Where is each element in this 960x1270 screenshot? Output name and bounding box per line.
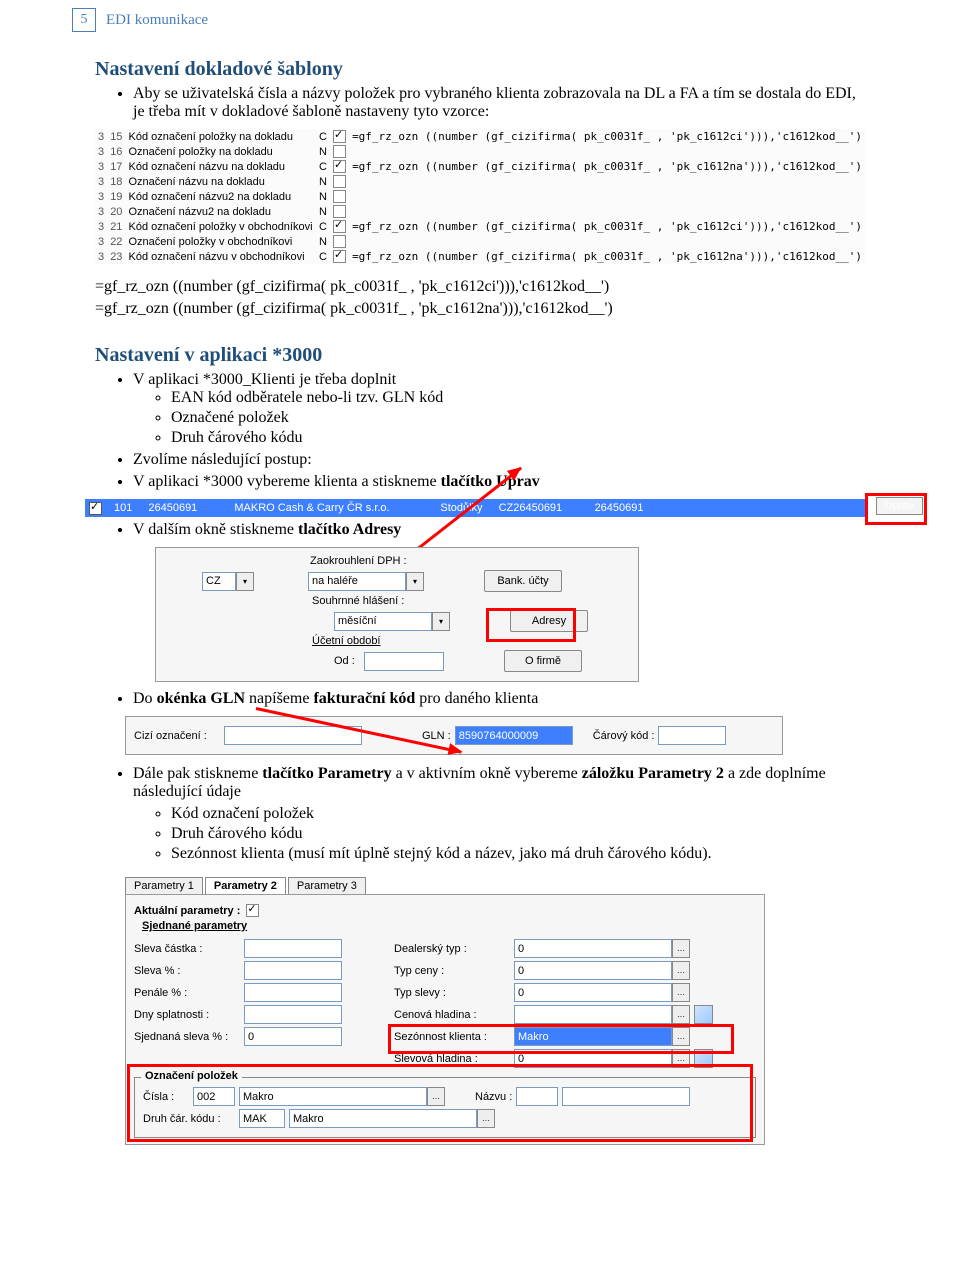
oznaceni-polozek-group: Označení položek Čísla : 002 Makro … Náz… — [134, 1077, 756, 1138]
dropdown-icon[interactable]: … — [672, 961, 690, 980]
grid-row: 315Kód označení položky na dokladuC=gf_r… — [95, 129, 865, 144]
dph-select[interactable]: na haléře — [308, 572, 406, 591]
label-souhrn: Souhrnné hlášení : — [312, 595, 404, 607]
row-name: MAKRO Cash & Carry ČR s.r.o. — [226, 502, 432, 514]
li-druh: Druh čárového kódu — [171, 429, 865, 447]
row-checkbox[interactable] — [333, 205, 346, 218]
param-input[interactable] — [244, 939, 342, 958]
cz-dropdown-icon[interactable]: ▾ — [236, 572, 254, 591]
row-checkbox[interactable] — [333, 250, 346, 263]
param-input[interactable] — [244, 1005, 342, 1024]
row-checkbox[interactable] — [333, 145, 346, 158]
tab-parametry-3[interactable]: Parametry 3 — [288, 877, 366, 894]
li-oznacene: Označené položek — [171, 409, 865, 427]
souhrn-select[interactable]: měsíční — [334, 612, 432, 631]
tab-parametry-1[interactable]: Parametry 1 — [125, 877, 203, 894]
label-sjednane: Sjednané parametry — [142, 920, 756, 932]
highlight-adresy — [486, 608, 576, 642]
dropdown-icon[interactable]: … — [672, 983, 690, 1002]
od-date[interactable] — [364, 652, 444, 671]
li-postup: Zvolíme následující postup: — [133, 451, 865, 469]
section-heading-sablony: Nastavení dokladové šablony — [95, 58, 865, 81]
grid-row: 320Označení názvu2 na dokladuN — [95, 204, 865, 219]
picker-icon[interactable] — [694, 1005, 713, 1024]
label-cizi-oznaceni: Cizí označení : — [134, 730, 224, 742]
row-checkbox[interactable] — [333, 235, 346, 248]
highlight-oznaceni — [127, 1064, 753, 1142]
param-input[interactable] — [244, 983, 342, 1002]
row-checkbox[interactable] — [333, 175, 346, 188]
parametry-panel: Parametry 1Parametry 2Parametry 3 Aktuál… — [125, 877, 765, 1145]
row-id: 101 — [106, 502, 140, 514]
li-parametry: Dále pak stiskneme tlačítko Parametry a … — [133, 765, 865, 801]
page-title: EDI komunikace — [106, 12, 208, 29]
row-checkbox[interactable] — [333, 190, 346, 203]
label-aktualni: Aktuální parametry : — [134, 905, 240, 917]
code-formula-1: =gf_rz_ozn ((number (gf_cizifirma( pk_c0… — [95, 278, 865, 296]
li-adresy: V dalším okně stiskneme tlačítko Adresy — [133, 521, 865, 539]
carovy-input[interactable] — [658, 726, 726, 745]
li-druh-car: Druh čárového kódu — [171, 825, 865, 843]
cz-field[interactable]: CZ — [202, 572, 236, 591]
highlight-uprav — [865, 493, 927, 525]
page-number-box: 5 — [72, 8, 96, 32]
label-gln: GLN : — [422, 730, 451, 742]
param-input[interactable] — [244, 961, 342, 980]
row-checkbox[interactable] — [333, 130, 346, 143]
page-header: 5 EDI komunikace — [0, 0, 960, 32]
label-carovy: Čárový kód : — [593, 730, 655, 742]
label-dph: Zaokrouhlení DPH : — [310, 555, 407, 567]
row-ico: 26450691 — [140, 502, 226, 514]
gln-input[interactable]: 8590764000009 — [455, 726, 573, 745]
grid-row: 316Označení položky na dokladuN — [95, 144, 865, 159]
row-ico2: 26450691 — [587, 502, 652, 514]
grid-row: 317Kód označení názvu na dokladuC=gf_rz_… — [95, 159, 865, 174]
param-input[interactable]: 0 — [514, 983, 672, 1002]
label-od: Od : — [334, 655, 364, 667]
grid-row: 319Kód označení názvu2 na dokladuN — [95, 189, 865, 204]
cizi-oznaceni-input[interactable] — [224, 726, 362, 745]
li-kod-polozek: Kód označení položek — [171, 805, 865, 823]
grid-row: 323Kód označení názvu v obchodníkoviC=gf… — [95, 249, 865, 264]
param-input[interactable]: 0 — [244, 1027, 342, 1046]
tab-parametry-2[interactable]: Parametry 2 — [205, 877, 286, 894]
souhrn-dropdown-icon[interactable]: ▾ — [432, 612, 450, 631]
li-sezonnost: Sezónnost klienta (musí mít úplně stejný… — [171, 845, 865, 863]
param-input[interactable]: 0 — [514, 939, 672, 958]
row-checkbox[interactable] — [333, 160, 346, 173]
aktualni-checkbox[interactable] — [246, 904, 259, 917]
param-input[interactable] — [514, 1005, 672, 1024]
formula-grid: 315Kód označení položky na dokladuC=gf_r… — [95, 129, 865, 264]
dropdown-icon[interactable]: … — [672, 1005, 690, 1024]
bank-ucty-button[interactable]: Bank. účty — [484, 570, 562, 592]
row-checkbox[interactable] — [89, 502, 102, 515]
grid-row: 321Kód označení položky v obchodníkoviC=… — [95, 219, 865, 234]
intro-text: Aby se uživatelská čísla a názvy položek… — [133, 85, 865, 121]
row-dic: CZ26450691 — [491, 502, 587, 514]
section-heading-3000: Nastavení v aplikaci *3000 — [95, 344, 865, 367]
label-ucetni: Účetní období — [312, 635, 381, 647]
li-gln: Do okénka GLN napíšeme fakturační kód pr… — [133, 690, 865, 708]
ofirme-button[interactable]: O firmě — [504, 650, 582, 672]
code-formula-2: =gf_rz_ozn ((number (gf_cizifirma( pk_c0… — [95, 300, 865, 318]
row-checkbox[interactable] — [333, 220, 346, 233]
grid-row: 318Označení názvu na dokladuN — [95, 174, 865, 189]
li-ean: EAN kód odběratele nebo-li tzv. GLN kód — [171, 389, 865, 407]
grid-row: 322Označení položky v obchodníkoviN — [95, 234, 865, 249]
dropdown-icon[interactable]: … — [672, 939, 690, 958]
li-klienti: V aplikaci *3000_Klienti je třeba doplni… — [133, 371, 865, 447]
param-input[interactable]: 0 — [514, 961, 672, 980]
dph-dropdown-icon[interactable]: ▾ — [406, 572, 424, 591]
panel-firma: Zaokrouhlení DPH : CZ ▾ na haléře ▾ Bank… — [155, 547, 639, 682]
highlight-sezonnost — [388, 1024, 734, 1054]
gln-panel: Cizí označení : GLN : 8590764000009 Čáro… — [125, 716, 783, 755]
